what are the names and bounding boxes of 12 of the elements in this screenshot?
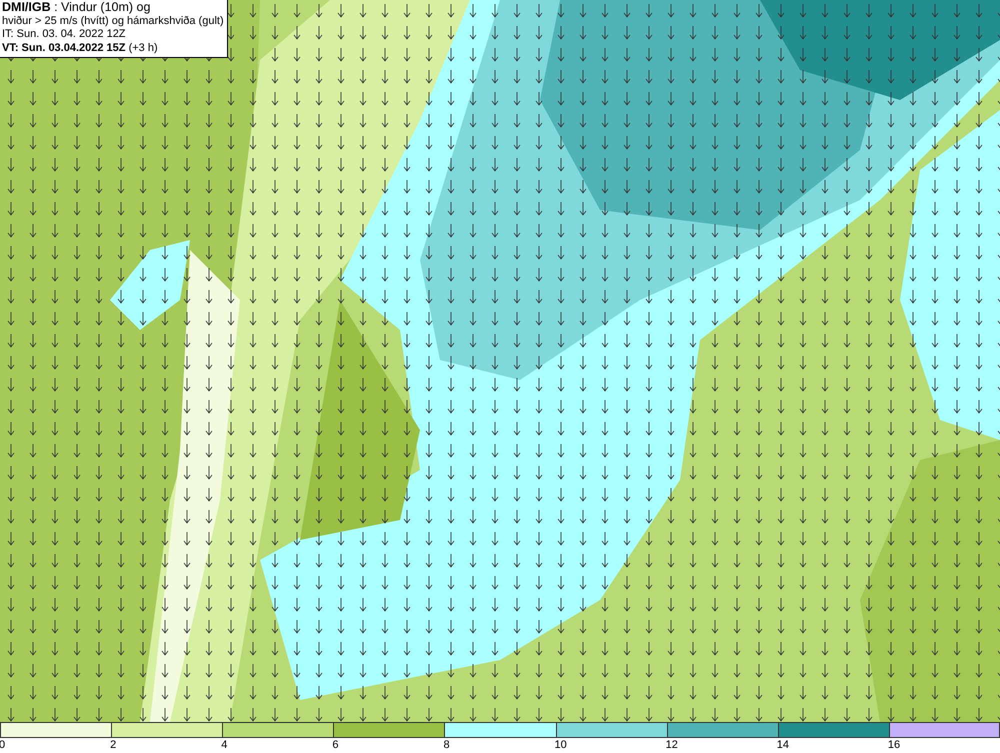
legend-label: 2 bbox=[110, 738, 116, 753]
caption-line: VT: Sun. 03.04.2022 15Z (+3 h) bbox=[2, 42, 159, 55]
legend-label: 4 bbox=[221, 738, 228, 753]
caption-line: DMI/IGB : Vindur (10m) og bbox=[2, 1, 152, 14]
legend-label: 6 bbox=[332, 738, 338, 753]
caption-line: hviður > 25 m/s (hvítt) og hámarkshviða (gult) bbox=[2, 14, 224, 28]
legend-label: 14 bbox=[776, 738, 790, 753]
legend-label: 12 bbox=[666, 738, 678, 753]
legend-label: 8 bbox=[443, 738, 450, 753]
caption-line: IT: Sun. 03. 04. 2022 12Z bbox=[2, 28, 127, 42]
legend-label: 10 bbox=[554, 738, 567, 753]
legend-label: 16 bbox=[888, 738, 900, 753]
